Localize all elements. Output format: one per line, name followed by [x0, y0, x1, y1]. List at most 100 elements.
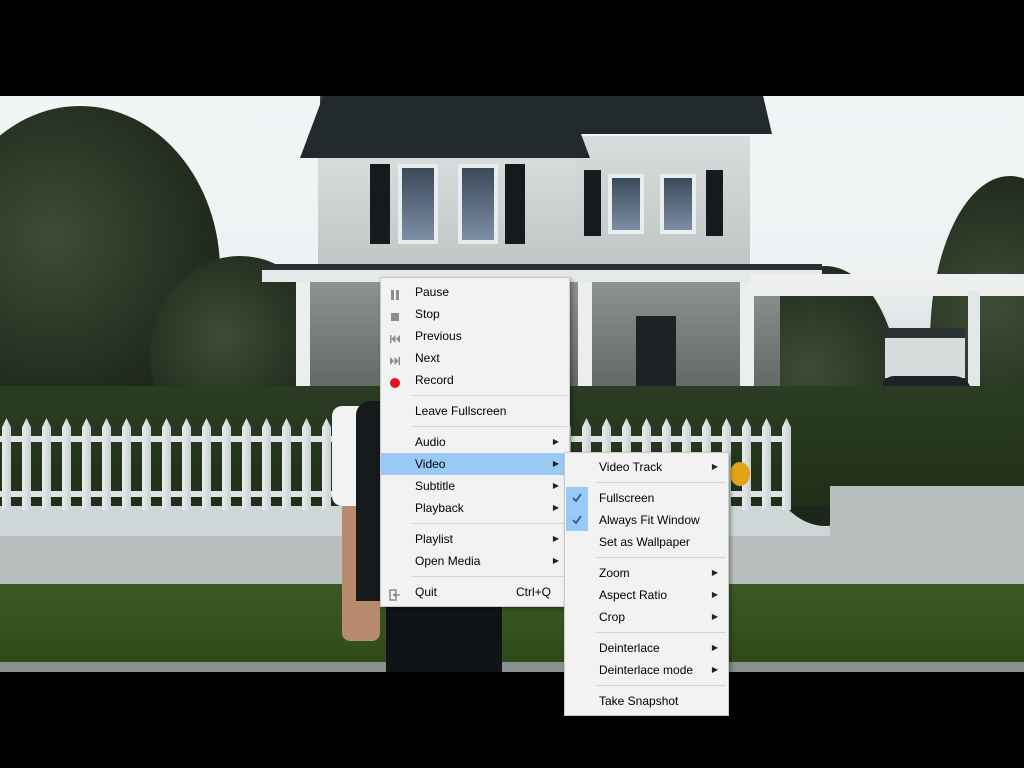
- fence-picket: [2, 418, 11, 510]
- fence-picket: [322, 418, 331, 510]
- menu-item-playlist[interactable]: Playlist ▶: [381, 528, 569, 550]
- pergola: [750, 274, 1024, 296]
- submenu-item-set-as-wallpaper[interactable]: Set as Wallpaper: [565, 531, 728, 553]
- menu-item-label: Take Snapshot: [599, 694, 679, 708]
- menu-separator: [595, 632, 726, 633]
- menu-item-label: Video Track: [599, 460, 663, 474]
- person-legs: [386, 601, 502, 672]
- menu-item-label: Record: [415, 373, 454, 387]
- menu-item-label: Subtitle: [415, 479, 456, 493]
- menu-item-label: Playback: [415, 501, 464, 515]
- menu-item-label: Quit: [415, 585, 438, 599]
- submenu-arrow-icon: ▶: [711, 462, 718, 471]
- menu-item-leave-fullscreen[interactable]: Leave Fullscreen: [381, 400, 569, 422]
- record-icon: [389, 374, 401, 388]
- menu-item-label: Deinterlace mode: [599, 663, 694, 677]
- fence-picket: [122, 418, 131, 510]
- video-submenu: Video Track ▶ Fullscreen Always Fit Wind…: [564, 452, 729, 716]
- submenu-arrow-icon: ▶: [552, 556, 559, 565]
- roof-right: [550, 96, 772, 134]
- menu-separator: [595, 482, 726, 483]
- fence-picket: [82, 418, 91, 510]
- submenu-item-crop[interactable]: Crop ▶: [565, 606, 728, 628]
- window: [458, 164, 498, 244]
- menu-item-label: Aspect Ratio: [599, 588, 668, 602]
- shortcut-label: Ctrl+Q: [515, 585, 551, 599]
- front-door: [636, 316, 676, 396]
- fence-picket: [302, 418, 311, 510]
- menu-item-label: Open Media: [415, 554, 481, 568]
- submenu-item-zoom[interactable]: Zoom ▶: [565, 562, 728, 584]
- submenu-item-aspect-ratio[interactable]: Aspect Ratio ▶: [565, 584, 728, 606]
- menu-item-next[interactable]: Next: [381, 347, 569, 369]
- house-wall-left: [318, 156, 576, 271]
- pause-icon: [389, 286, 401, 300]
- submenu-arrow-icon: ▶: [711, 643, 718, 652]
- shutter: [706, 170, 723, 236]
- submenu-arrow-icon: ▶: [552, 481, 559, 490]
- submenu-arrow-icon: ▶: [552, 437, 559, 446]
- menu-item-label: Next: [415, 351, 440, 365]
- roof-left: [300, 96, 590, 158]
- fence-picket: [102, 418, 111, 510]
- check-icon: [566, 509, 588, 531]
- fence-picket: [242, 418, 251, 510]
- quit-icon: [389, 586, 401, 601]
- submenu-arrow-icon: ▶: [711, 612, 718, 621]
- menu-item-label: Fullscreen: [599, 491, 655, 505]
- menu-item-label: Zoom: [599, 566, 630, 580]
- submenu-item-video-track[interactable]: Video Track ▶: [565, 456, 728, 478]
- check-icon: [566, 487, 588, 509]
- menu-item-label: Pause: [415, 285, 450, 299]
- fence-picket: [62, 418, 71, 510]
- menu-item-label: Crop: [599, 610, 626, 624]
- menu-item-label: Playlist: [415, 532, 454, 546]
- menu-item-audio[interactable]: Audio ▶: [381, 431, 569, 453]
- fence-picket: [202, 418, 211, 510]
- menu-item-label: Deinterlace: [599, 641, 660, 655]
- fence-picket: [42, 418, 51, 510]
- menu-item-previous[interactable]: Previous: [381, 325, 569, 347]
- menu-separator: [595, 557, 726, 558]
- menu-item-label: Video: [415, 457, 446, 471]
- menu-item-label: Stop: [415, 307, 440, 321]
- submenu-item-fullscreen[interactable]: Fullscreen: [565, 487, 728, 509]
- fence-picket: [142, 418, 151, 510]
- fence-picket: [22, 418, 31, 510]
- porch-column: [578, 282, 592, 397]
- fence-picket: [262, 418, 271, 510]
- menu-item-playback[interactable]: Playback ▶: [381, 497, 569, 519]
- window: [398, 164, 438, 244]
- submenu-arrow-icon: ▶: [711, 590, 718, 599]
- submenu-item-deinterlace[interactable]: Deinterlace ▶: [565, 637, 728, 659]
- shutter: [584, 170, 601, 236]
- menu-item-label: Audio: [415, 435, 446, 449]
- porch-column: [296, 282, 310, 397]
- submenu-item-always-fit-window[interactable]: Always Fit Window: [565, 509, 728, 531]
- previous-icon: [389, 330, 401, 343]
- menu-item-subtitle[interactable]: Subtitle ▶: [381, 475, 569, 497]
- menu-item-label: Previous: [415, 329, 462, 343]
- menu-separator: [411, 523, 567, 524]
- context-menu: Pause Stop Previous Next Record Leave Fu…: [380, 277, 570, 607]
- window: [608, 174, 644, 234]
- menu-item-record[interactable]: Record: [381, 369, 569, 391]
- porch-column: [740, 282, 754, 397]
- menu-separator: [595, 685, 726, 686]
- driveway: [830, 486, 1024, 546]
- menu-item-stop[interactable]: Stop: [381, 303, 569, 325]
- submenu-arrow-icon: ▶: [552, 503, 559, 512]
- menu-item-video[interactable]: Video ▶: [381, 453, 569, 475]
- menu-separator: [411, 576, 567, 577]
- menu-separator: [411, 426, 567, 427]
- shutter: [505, 164, 525, 244]
- fence-picket: [162, 418, 171, 510]
- yellow-sign: [730, 462, 750, 486]
- menu-item-label: Set as Wallpaper: [599, 535, 690, 549]
- submenu-item-deinterlace-mode[interactable]: Deinterlace mode ▶: [565, 659, 728, 681]
- submenu-item-take-snapshot[interactable]: Take Snapshot: [565, 690, 728, 712]
- fence-picket: [222, 418, 231, 510]
- menu-item-quit[interactable]: Quit Ctrl+Q: [381, 581, 569, 603]
- menu-item-pause[interactable]: Pause: [381, 281, 569, 303]
- menu-item-open-media[interactable]: Open Media ▶: [381, 550, 569, 572]
